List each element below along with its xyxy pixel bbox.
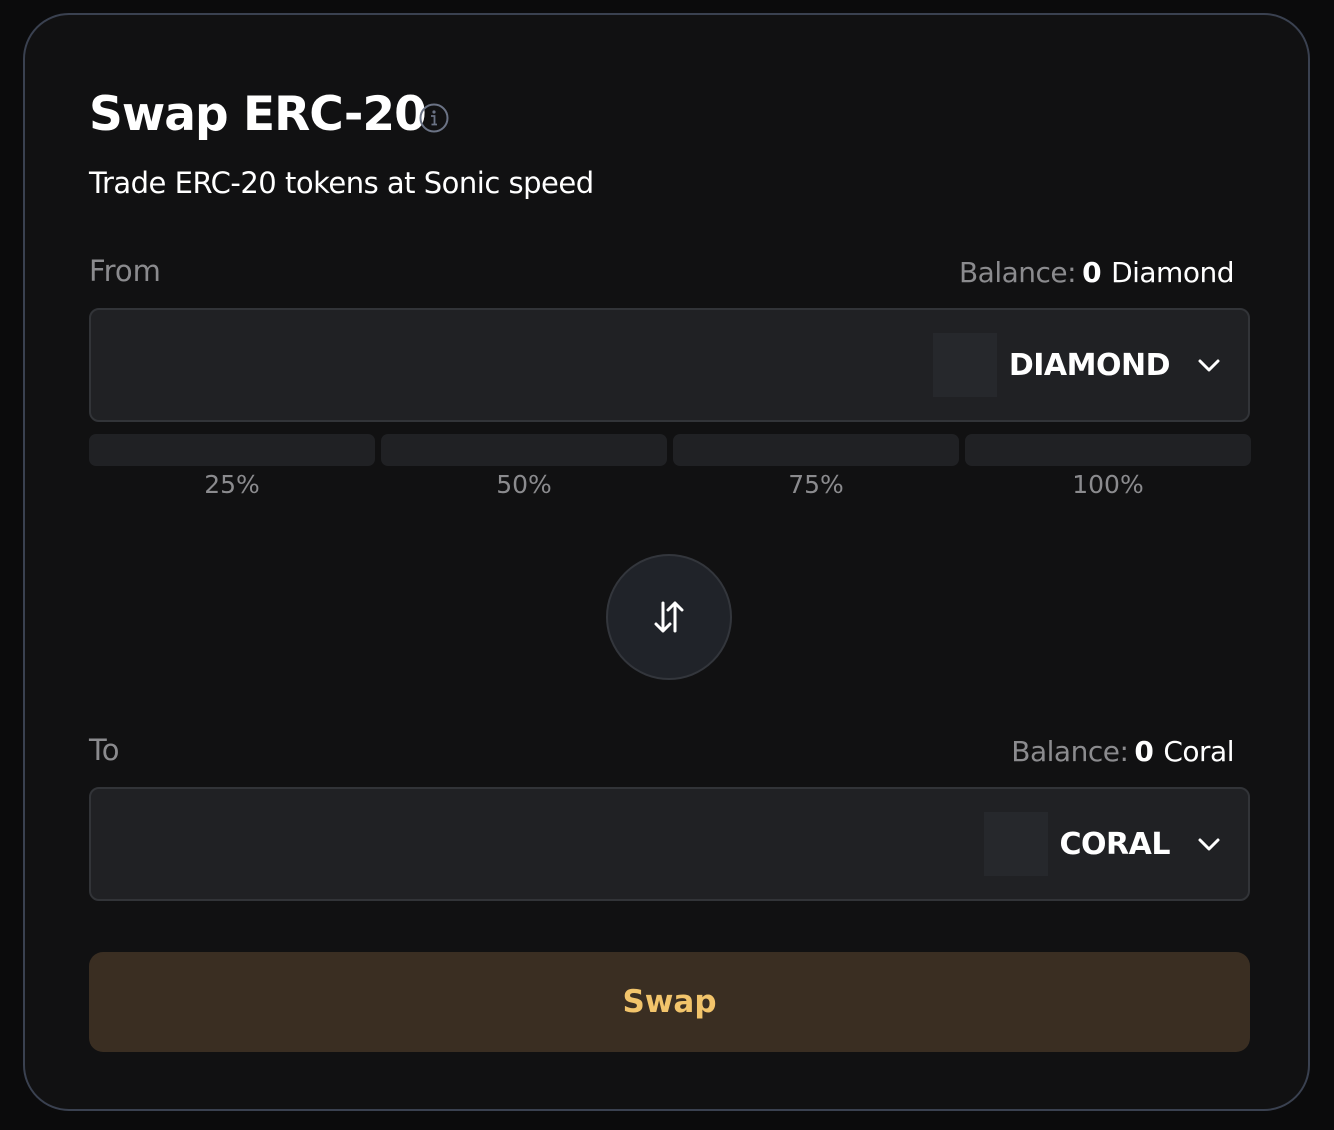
from-amount-input[interactable]: [111, 330, 875, 402]
swap-card: Swap ERC-20 Trade ERC-20 tokens at Sonic…: [23, 13, 1310, 1111]
to-balance: Balance: 0 Coral: [1011, 734, 1234, 770]
from-token-symbol: DIAMOND: [1008, 347, 1171, 383]
swap-vertical-arrows-icon: [654, 601, 684, 633]
from-token-select[interactable]: DIAMOND: [932, 332, 1228, 398]
percent-75-button[interactable]: 75%: [673, 434, 959, 504]
from-balance-label: Balance:: [958, 256, 1077, 289]
page-subtitle: Trade ERC-20 tokens at Sonic speed: [89, 166, 594, 200]
percent-label: 75%: [788, 470, 844, 499]
to-amount-input[interactable]: [111, 809, 875, 881]
to-token-select[interactable]: CORAL: [983, 811, 1228, 877]
percent-bar: [89, 434, 375, 466]
percent-label: 25%: [204, 470, 260, 499]
to-token-field: CORAL: [89, 787, 1250, 901]
info-icon[interactable]: [419, 103, 449, 133]
from-token-field: DIAMOND: [89, 308, 1250, 422]
from-label: From: [89, 254, 161, 288]
percent-bar: [965, 434, 1251, 466]
percent-buttons: 25% 50% 75% 100%: [89, 434, 1251, 504]
to-token-logo: [983, 812, 1048, 876]
from-balance-token: Diamond: [1111, 256, 1234, 289]
to-balance-label: Balance:: [1011, 735, 1129, 768]
percent-bar: [673, 434, 959, 466]
percent-label: 100%: [1072, 470, 1144, 499]
from-balance: Balance: 0 Diamond: [958, 255, 1235, 291]
percent-25-button[interactable]: 25%: [89, 434, 375, 504]
switch-direction-button[interactable]: [606, 554, 732, 680]
to-token-symbol: CORAL: [1059, 826, 1171, 862]
to-balance-token: Coral: [1163, 735, 1234, 768]
from-token-logo: [932, 333, 997, 397]
to-label: To: [89, 733, 120, 767]
swap-button-label: Swap: [622, 984, 717, 1020]
page-title: Swap ERC-20: [89, 87, 427, 142]
percent-100-button[interactable]: 100%: [965, 434, 1251, 504]
to-balance-amount: 0: [1134, 735, 1154, 768]
chevron-down-icon: [1198, 838, 1220, 851]
chevron-down-icon: [1198, 359, 1220, 372]
swap-button[interactable]: Swap: [89, 952, 1250, 1052]
percent-label: 50%: [496, 470, 552, 499]
from-balance-amount: 0: [1082, 256, 1102, 289]
percent-bar: [381, 434, 667, 466]
percent-50-button[interactable]: 50%: [381, 434, 667, 504]
